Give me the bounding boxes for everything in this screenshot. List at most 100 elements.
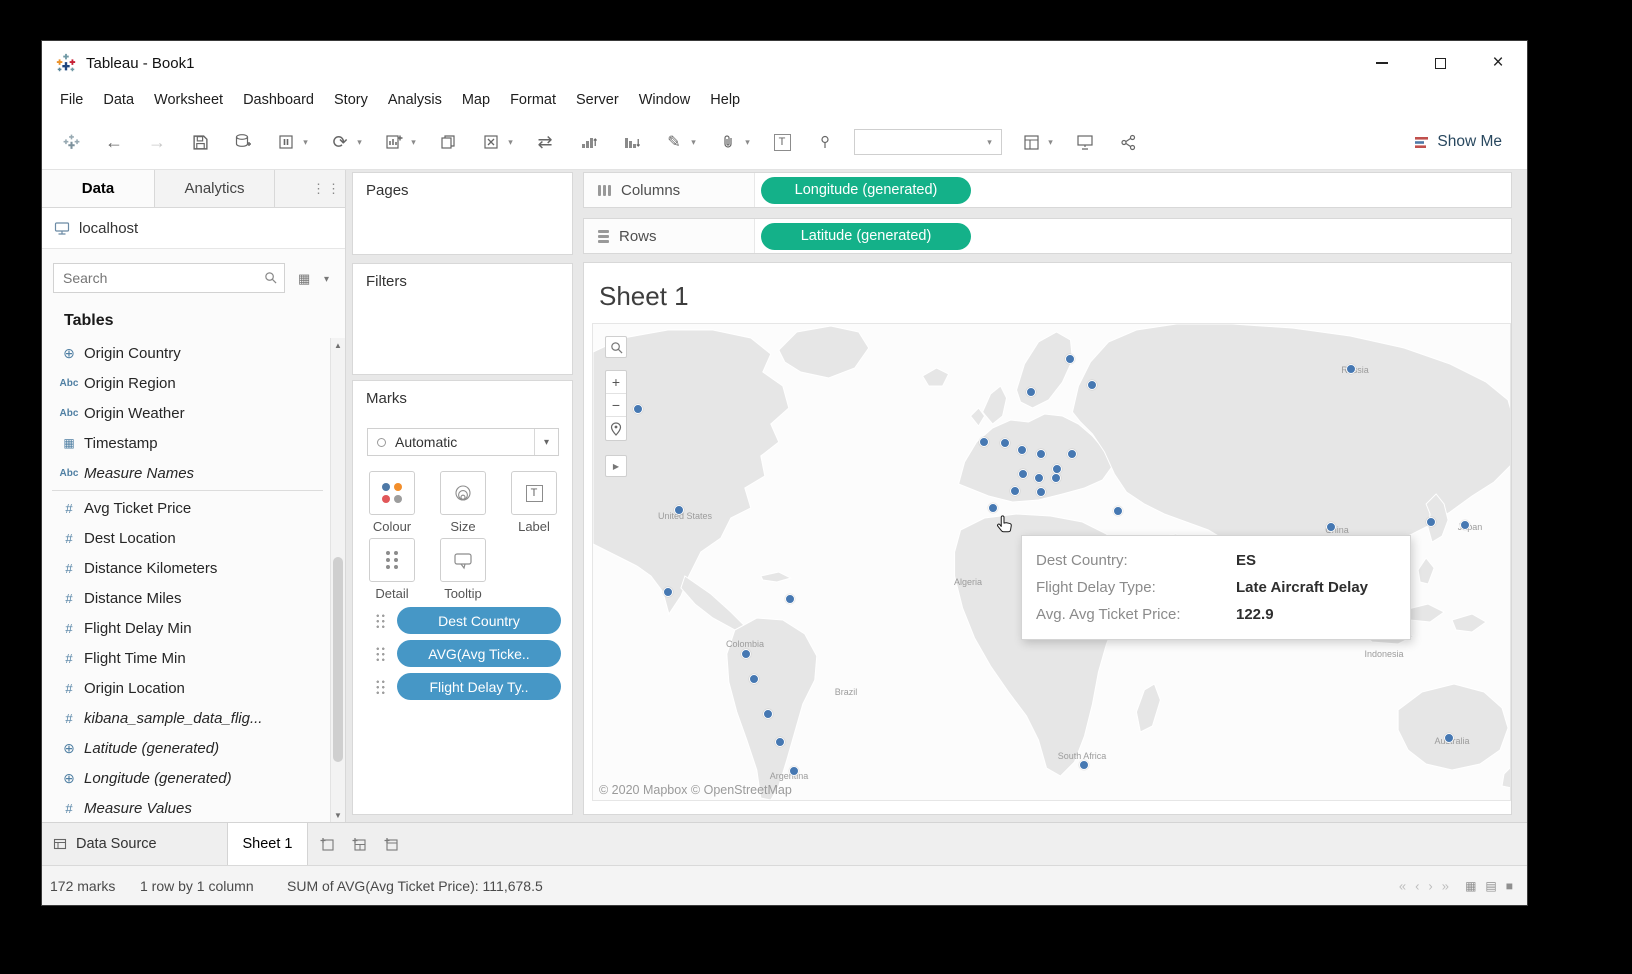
- pill-avg-avg-ticke[interactable]: AVG(Avg Ticke..: [397, 640, 561, 667]
- map-mark[interactable]: [633, 404, 643, 414]
- view-grid-icon[interactable]: ▦: [1465, 879, 1476, 893]
- field-timestamp[interactable]: ▦Timestamp: [42, 428, 329, 458]
- field-latitude-generated[interactable]: ⊕Latitude (generated): [42, 733, 329, 763]
- new-dashboard-tab-button[interactable]: [346, 823, 372, 865]
- show-mark-labels-icon[interactable]: T: [768, 128, 796, 156]
- map-mark[interactable]: [988, 503, 998, 513]
- tab-analytics[interactable]: Analytics: [155, 170, 275, 207]
- field-origin-weather[interactable]: AbcOrigin Weather: [42, 398, 329, 428]
- tooltip-button[interactable]: [440, 538, 486, 582]
- view-full-icon[interactable]: ■: [1506, 879, 1513, 893]
- chevron-down-icon[interactable]: ▾: [1045, 137, 1056, 148]
- label-button[interactable]: T: [511, 471, 557, 515]
- map-mark[interactable]: [1000, 438, 1010, 448]
- new-worksheet-tab-button[interactable]: [314, 823, 340, 865]
- map-pin-button[interactable]: [606, 417, 626, 440]
- field-longitude-generated[interactable]: ⊕Longitude (generated): [42, 763, 329, 793]
- map-mark[interactable]: [1010, 486, 1020, 496]
- fix-axes-icon[interactable]: [811, 128, 839, 156]
- map-mark[interactable]: [1444, 733, 1454, 743]
- fit-selector[interactable]: ▾: [854, 129, 1002, 155]
- tab-data-source[interactable]: Data Source: [42, 823, 228, 865]
- pill-grip-icon[interactable]: [375, 679, 386, 694]
- menu-item-analysis[interactable]: Analysis: [378, 85, 452, 115]
- map-mark[interactable]: [1067, 449, 1077, 459]
- pill-flight-delay-ty[interactable]: Flight Delay Ty..: [397, 673, 561, 700]
- rows-shelf[interactable]: Rows Latitude (generated): [583, 218, 1512, 254]
- pause-updates-icon[interactable]: [272, 128, 300, 156]
- menu-item-dashboard[interactable]: Dashboard: [233, 85, 324, 115]
- chevron-down-icon[interactable]: ▾: [408, 137, 419, 148]
- highlighter-pen-icon[interactable]: ✎: [660, 128, 688, 156]
- map-mark[interactable]: [663, 587, 673, 597]
- map-mark[interactable]: [1026, 387, 1036, 397]
- chevron-down-icon[interactable]: ▾: [300, 137, 311, 148]
- clear-sheet-icon[interactable]: [477, 128, 505, 156]
- chevron-down-icon[interactable]: ▾: [688, 137, 699, 148]
- map-mark[interactable]: [1017, 445, 1027, 455]
- map-mark[interactable]: [674, 505, 684, 515]
- map-mark[interactable]: [1051, 473, 1061, 483]
- nav-next-icon[interactable]: ›: [1428, 878, 1432, 893]
- pages-card[interactable]: Pages: [352, 172, 573, 255]
- map-mark[interactable]: [979, 437, 989, 447]
- menu-item-data[interactable]: Data: [93, 85, 144, 115]
- add-data-source-icon[interactable]: [229, 128, 257, 156]
- maximize-button[interactable]: [1411, 41, 1469, 85]
- map-mark[interactable]: [789, 766, 799, 776]
- map-mark[interactable]: [1079, 760, 1089, 770]
- minimize-button[interactable]: [1353, 41, 1411, 85]
- detail-button[interactable]: [369, 538, 415, 582]
- menu-item-server[interactable]: Server: [566, 85, 629, 115]
- chevron-down-icon[interactable]: ▾: [354, 137, 365, 148]
- field-origin-region[interactable]: AbcOrigin Region: [42, 368, 329, 398]
- map-mark[interactable]: [775, 737, 785, 747]
- map-mark[interactable]: [741, 649, 751, 659]
- map-mark[interactable]: [1036, 487, 1046, 497]
- pill-longitude-generated[interactable]: Longitude (generated): [761, 177, 971, 204]
- field-flight-time-min[interactable]: #Flight Time Min: [42, 643, 329, 673]
- menu-item-file[interactable]: File: [50, 85, 93, 115]
- group-members-icon[interactable]: [714, 128, 742, 156]
- map-mark[interactable]: [1426, 517, 1436, 527]
- nav-last-icon[interactable]: »: [1442, 878, 1449, 893]
- map-mark[interactable]: [763, 709, 773, 719]
- view-as-grid-icon[interactable]: ▦: [298, 271, 310, 287]
- pill-latitude-generated[interactable]: Latitude (generated): [761, 223, 971, 250]
- scroll-up-icon[interactable]: ▲: [331, 338, 345, 352]
- undo-icon[interactable]: ←: [100, 128, 128, 156]
- menu-item-format[interactable]: Format: [500, 85, 566, 115]
- menu-item-worksheet[interactable]: Worksheet: [144, 85, 233, 115]
- map-search-button[interactable]: [605, 336, 627, 358]
- filters-card[interactable]: Filters: [352, 263, 573, 375]
- sort-descending-icon[interactable]: [617, 128, 645, 156]
- map-mark[interactable]: [1346, 364, 1356, 374]
- field-distance-miles[interactable]: #Distance Miles: [42, 583, 329, 613]
- chevron-down-icon[interactable]: ▾: [505, 137, 516, 148]
- connection-row[interactable]: localhost: [42, 208, 345, 249]
- map-mark[interactable]: [1113, 506, 1123, 516]
- chevron-down-icon[interactable]: ▾: [742, 137, 753, 148]
- menu-item-help[interactable]: Help: [700, 85, 750, 115]
- tableau-home-icon[interactable]: [57, 128, 85, 156]
- zoom-in-button[interactable]: +: [606, 371, 626, 394]
- map-mark[interactable]: [1065, 354, 1075, 364]
- map-mark[interactable]: [1018, 469, 1028, 479]
- share-icon[interactable]: [1114, 128, 1142, 156]
- nav-prev-icon[interactable]: ‹: [1415, 878, 1419, 893]
- zoom-out-button[interactable]: −: [606, 394, 626, 417]
- menu-item-window[interactable]: Window: [629, 85, 701, 115]
- new-story-tab-button[interactable]: [378, 823, 404, 865]
- view-list-icon[interactable]: ▤: [1485, 879, 1496, 893]
- map-mark[interactable]: [1326, 522, 1336, 532]
- field-distance-kilometers[interactable]: #Distance Kilometers: [42, 553, 329, 583]
- map-mark[interactable]: [1034, 473, 1044, 483]
- map-mark[interactable]: [1087, 380, 1097, 390]
- sort-ascending-icon[interactable]: [574, 128, 602, 156]
- field-flight-delay-min[interactable]: #Flight Delay Min: [42, 613, 329, 643]
- field-origin-country[interactable]: ⊕Origin Country: [42, 338, 329, 368]
- field-avg-ticket-price[interactable]: #Avg Ticket Price: [42, 493, 329, 523]
- size-button[interactable]: [440, 471, 486, 515]
- field-measure-names[interactable]: AbcMeasure Names: [42, 458, 329, 488]
- pill-grip-icon[interactable]: [375, 613, 386, 628]
